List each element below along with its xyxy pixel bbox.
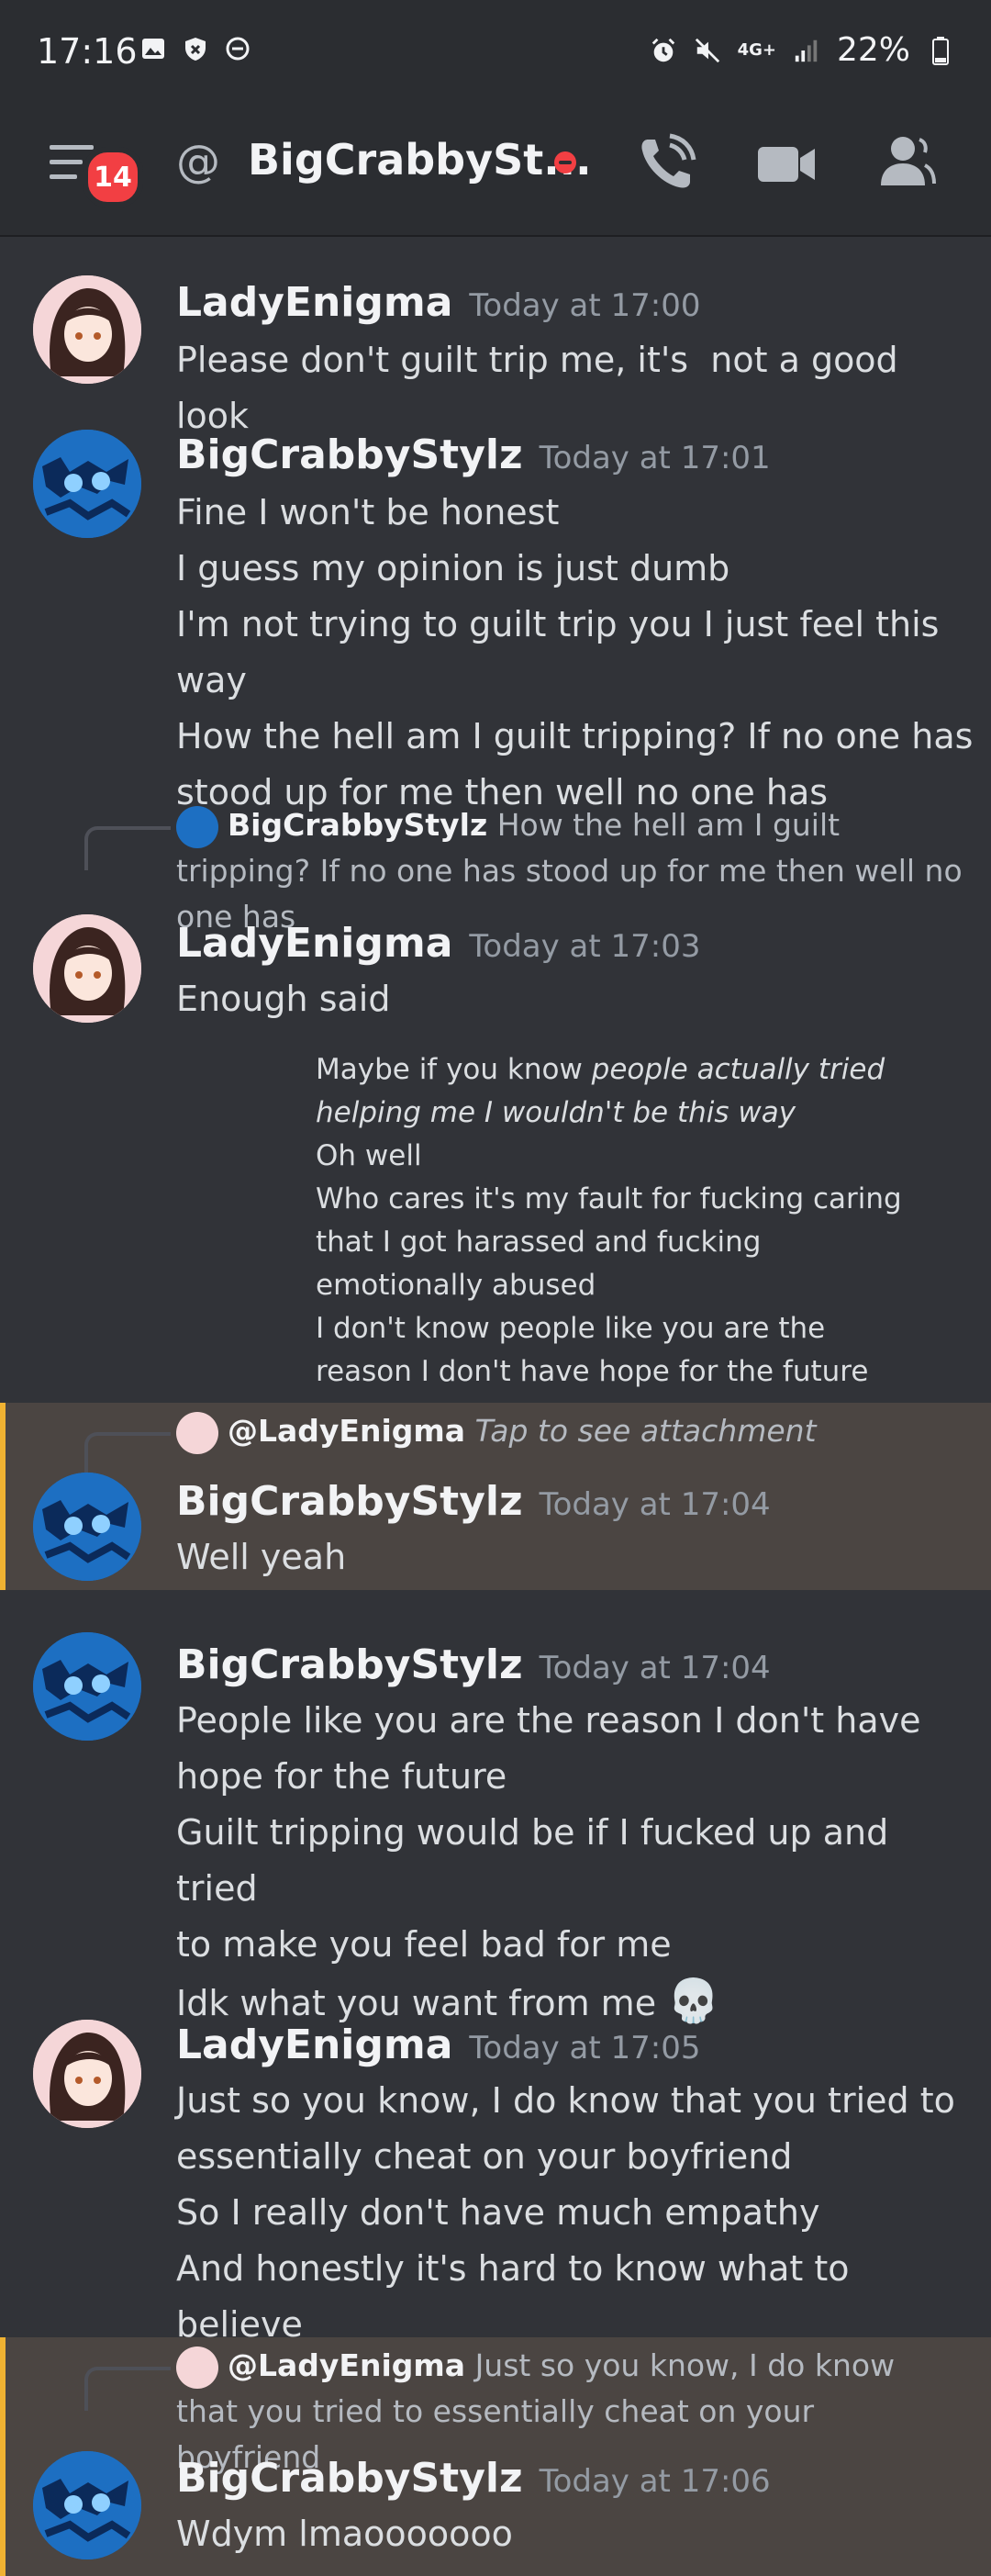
timestamp: Today at 17:05	[469, 2030, 701, 2066]
timestamp: Today at 17:04	[539, 1650, 771, 1686]
message-text: Just so you know, I do know that you tri…	[176, 2080, 955, 2345]
timestamp: Today at 17:03	[469, 928, 701, 965]
author-name[interactable]: BigCrabbyStylz	[176, 431, 523, 478]
author-name[interactable]: LadyEnigma	[176, 920, 452, 967]
message[interactable]: BigCrabbyStylz Today at 17:04 People like…	[0, 1616, 991, 2025]
reply-preview[interactable]: @LadyEnigma Tap to see attachment	[176, 1408, 965, 1454]
avatar[interactable]	[33, 914, 141, 1023]
avatar[interactable]	[33, 275, 141, 384]
message-text: People like you are the reason I don't h…	[176, 1700, 921, 2023]
message-text: Fine I won't be honest I guess my opinio…	[176, 492, 974, 812]
status-time: 17:16	[37, 31, 138, 72]
reply-author: @LadyEnigma	[228, 1413, 466, 1449]
reply-avatar	[176, 1411, 218, 1454]
timestamp: Today at 17:01	[539, 440, 771, 476]
avatar[interactable]	[33, 2020, 141, 2128]
voice-call-icon[interactable]	[633, 130, 699, 196]
message-mention-highlight[interactable]: @LadyEnigma Tap to see attachment BigCra…	[0, 1403, 991, 1590]
attachment-image[interactable]: Maybe if you know people actually tried …	[316, 1048, 912, 1394]
battery-percent: 22%	[836, 31, 910, 69]
member-list-icon[interactable]	[874, 130, 940, 196]
attachment-text: Oh well Who cares it's my fault for fuck…	[316, 1139, 902, 1388]
network-type: 4G+	[737, 39, 776, 60]
avatar[interactable]	[33, 1473, 141, 1581]
reply-connector	[84, 2367, 171, 2411]
avatar[interactable]	[33, 430, 141, 538]
reply-avatar	[176, 2346, 218, 2389]
alarm-icon	[650, 37, 677, 64]
channel-title[interactable]: BigCrabbySt...	[248, 135, 592, 185]
at-icon: @	[176, 136, 220, 187]
gallery-icon	[139, 35, 167, 62]
message[interactable]: BigCrabbyStylz Today at 17:01 Fine I won'…	[0, 411, 991, 812]
notification-badge: 14	[83, 147, 143, 207]
attachment-text: Maybe if you know	[316, 1053, 592, 1086]
author-name[interactable]: LadyEnigma	[176, 2022, 452, 2068]
author-name[interactable]: BigCrabbyStylz	[176, 2455, 523, 2502]
timestamp: Today at 17:06	[539, 2463, 771, 2500]
reply-author: BigCrabbyStylz	[228, 807, 488, 843]
status-bar: 17:16 4G+ 22%	[0, 0, 991, 110]
reply-author: @LadyEnigma	[228, 2347, 466, 2383]
message-text: Well yeah	[176, 1537, 347, 1577]
message[interactable]: LadyEnigma Today at 17:00 Please don't gu…	[0, 257, 991, 436]
video-call-icon[interactable]	[754, 130, 820, 196]
author-name[interactable]: LadyEnigma	[176, 279, 452, 326]
signal-icon	[793, 37, 820, 64]
message[interactable]: LadyEnigma Today at 17:05 Just so you kno…	[0, 1999, 991, 2345]
mute-icon	[694, 37, 721, 64]
reply-connector	[84, 1432, 171, 1476]
reply-connector	[84, 826, 171, 870]
message-text: Enough said	[176, 979, 391, 1019]
timestamp: Today at 17:04	[539, 1486, 771, 1523]
author-name[interactable]: BigCrabbyStylz	[176, 1641, 523, 1688]
avatar[interactable]	[33, 2451, 141, 2559]
message-mention-highlight[interactable]: @LadyEnigma Just so you know, I do know …	[0, 2337, 991, 2576]
timestamp: Today at 17:00	[469, 287, 701, 324]
shield-icon	[182, 35, 209, 62]
reply-text: Tap to see attachment	[474, 1413, 817, 1449]
author-name[interactable]: BigCrabbyStylz	[176, 1478, 523, 1525]
battery-icon	[927, 36, 954, 65]
avatar[interactable]	[33, 1632, 141, 1741]
dnd-status-icon	[554, 151, 576, 174]
dnd-icon	[224, 35, 251, 62]
message-text: Wdym lmaooooooo	[176, 2514, 513, 2554]
reply-avatar	[176, 805, 218, 848]
